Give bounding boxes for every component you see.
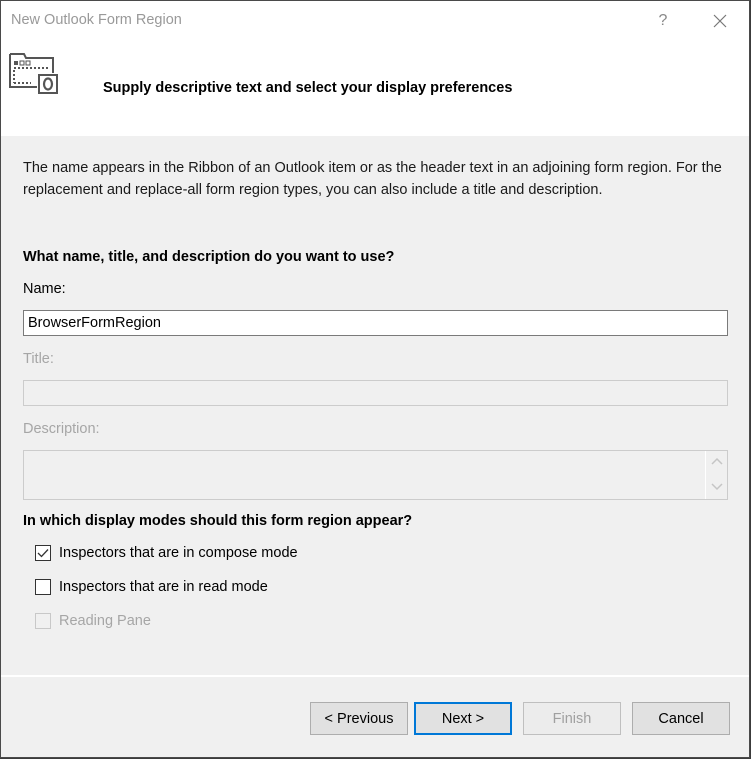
description-label: Description:: [23, 421, 100, 437]
name-label: Name:: [23, 281, 66, 297]
display-modes-heading: In which display modes should this form …: [23, 513, 413, 529]
name-input[interactable]: [23, 310, 728, 336]
checkmark-icon: [37, 549, 49, 558]
cancel-button[interactable]: Cancel: [632, 702, 730, 735]
wizard-dialog: New Outlook Form Region ? Supply descrip…: [0, 0, 750, 758]
close-button[interactable]: [704, 7, 736, 35]
finish-button[interactable]: Finish: [523, 702, 621, 735]
footer-divider: [1, 675, 749, 677]
reading-pane-option[interactable]: Reading Pane: [35, 611, 151, 631]
scroll-up-icon[interactable]: [711, 457, 723, 465]
title-input[interactable]: [23, 380, 728, 406]
reading-pane-label: Reading Pane: [59, 613, 151, 629]
wizard-step-title: Supply descriptive text and select your …: [103, 80, 513, 96]
title-bar: New Outlook Form Region ?: [1, 1, 749, 41]
wizard-header: Supply descriptive text and select your …: [1, 41, 749, 136]
read-mode-checkbox[interactable]: [35, 579, 51, 595]
intro-text: The name appears in the Ribbon of an Out…: [23, 160, 722, 198]
reading-pane-checkbox[interactable]: [35, 613, 51, 629]
next-button[interactable]: Next >: [414, 702, 512, 735]
compose-mode-option[interactable]: Inspectors that are in compose mode: [35, 543, 298, 563]
compose-mode-checkbox[interactable]: [35, 545, 51, 561]
previous-button[interactable]: < Previous: [310, 702, 408, 735]
scroll-down-icon[interactable]: [711, 483, 723, 491]
form-region-icon: [9, 53, 58, 94]
title-label: Title:: [23, 351, 54, 367]
description-scrollbar[interactable]: [705, 451, 727, 499]
window-title: New Outlook Form Region: [11, 12, 182, 28]
read-mode-label: Inspectors that are in read mode: [59, 579, 268, 595]
help-button[interactable]: ?: [649, 9, 677, 33]
close-icon: [713, 14, 727, 28]
description-input[interactable]: [23, 450, 728, 500]
naming-heading: What name, title, and description do you…: [23, 249, 395, 265]
read-mode-option[interactable]: Inspectors that are in read mode: [35, 577, 268, 597]
compose-mode-label: Inspectors that are in compose mode: [59, 545, 298, 561]
